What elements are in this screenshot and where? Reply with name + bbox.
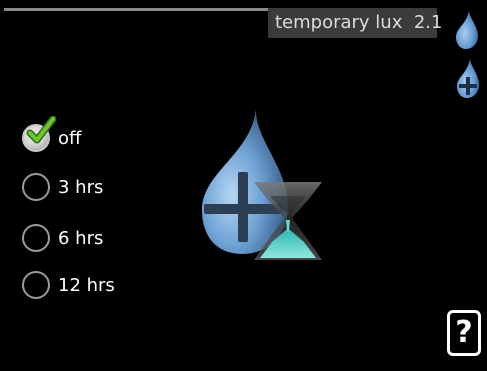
menu-title: temporary lux 2.1	[268, 8, 442, 38]
water-drop-plus-hourglass-icon	[202, 108, 322, 260]
water-drop-plus-icon	[457, 58, 479, 98]
checkmark-icon	[26, 116, 56, 144]
option-6-hrs[interactable]: 6 hrs	[22, 222, 103, 254]
radio-unselected[interactable]	[22, 173, 50, 201]
menu-number: 2.1	[413, 12, 443, 33]
radio-unselected[interactable]	[22, 271, 50, 299]
help-icon: ?	[455, 315, 473, 350]
radio-unselected[interactable]	[22, 224, 50, 252]
option-12-hrs[interactable]: 12 hrs	[22, 269, 115, 301]
option-label: off	[58, 127, 82, 149]
option-label: 3 hrs	[58, 176, 104, 198]
option-off[interactable]: off	[22, 116, 82, 154]
help-button[interactable]: ?	[447, 310, 481, 356]
water-drop-icon	[456, 10, 478, 49]
menu-title-text: temporary lux	[275, 12, 403, 33]
option-3-hrs[interactable]: 3 hrs	[22, 171, 103, 203]
option-label: 6 hrs	[58, 227, 104, 249]
option-label: 12 hrs	[58, 274, 115, 296]
radio-selected[interactable]	[22, 116, 56, 152]
